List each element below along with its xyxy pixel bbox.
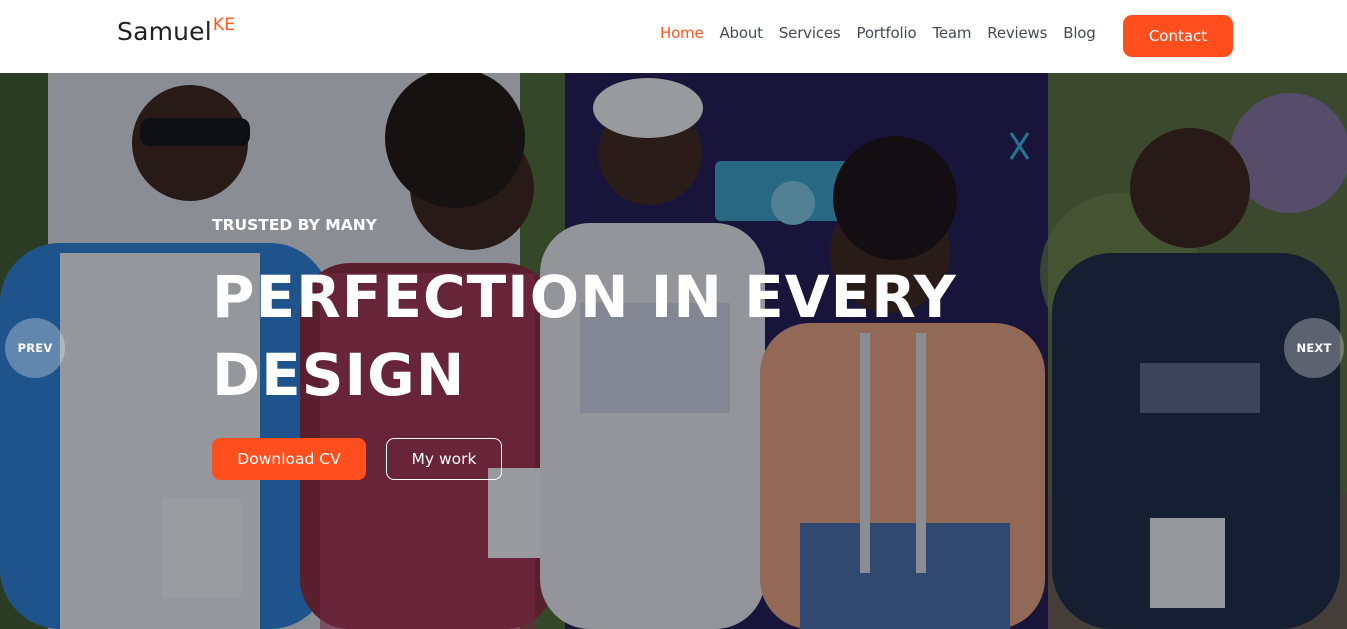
main-nav: Home About Services Portfolio Team Revie… bbox=[660, 24, 1112, 42]
hero-title: PERFECTION IN EVERY DESIGN bbox=[212, 258, 1112, 414]
hero-section: TRUSTED BY MANY PERFECTION IN EVERY DESI… bbox=[0, 73, 1347, 629]
slider-prev-button[interactable]: PREV bbox=[5, 318, 65, 378]
hero-title-line-1: PERFECTION IN EVERY bbox=[212, 263, 957, 331]
hero-eyebrow: TRUSTED BY MANY bbox=[212, 216, 377, 234]
logo-suffix: KE bbox=[212, 15, 236, 35]
nav-item-services[interactable]: Services bbox=[779, 24, 841, 42]
my-work-button[interactable]: My work bbox=[386, 438, 502, 480]
nav-item-blog[interactable]: Blog bbox=[1063, 24, 1096, 42]
nav-item-portfolio[interactable]: Portfolio bbox=[857, 24, 917, 42]
hero-title-line-2: DESIGN bbox=[212, 341, 466, 409]
nav-item-reviews[interactable]: Reviews bbox=[987, 24, 1047, 42]
nav-item-home[interactable]: Home bbox=[660, 24, 704, 42]
nav-item-about[interactable]: About bbox=[720, 24, 764, 42]
site-header: SamuelKE Home About Services Portfolio T… bbox=[0, 0, 1347, 73]
nav-item-team[interactable]: Team bbox=[932, 24, 971, 42]
slider-next-button[interactable]: NEXT bbox=[1284, 318, 1344, 378]
contact-button[interactable]: Contact bbox=[1123, 15, 1233, 57]
logo-name: Samuel bbox=[117, 17, 212, 46]
download-cv-button[interactable]: Download CV bbox=[212, 438, 366, 480]
site-logo[interactable]: SamuelKE bbox=[117, 15, 236, 46]
